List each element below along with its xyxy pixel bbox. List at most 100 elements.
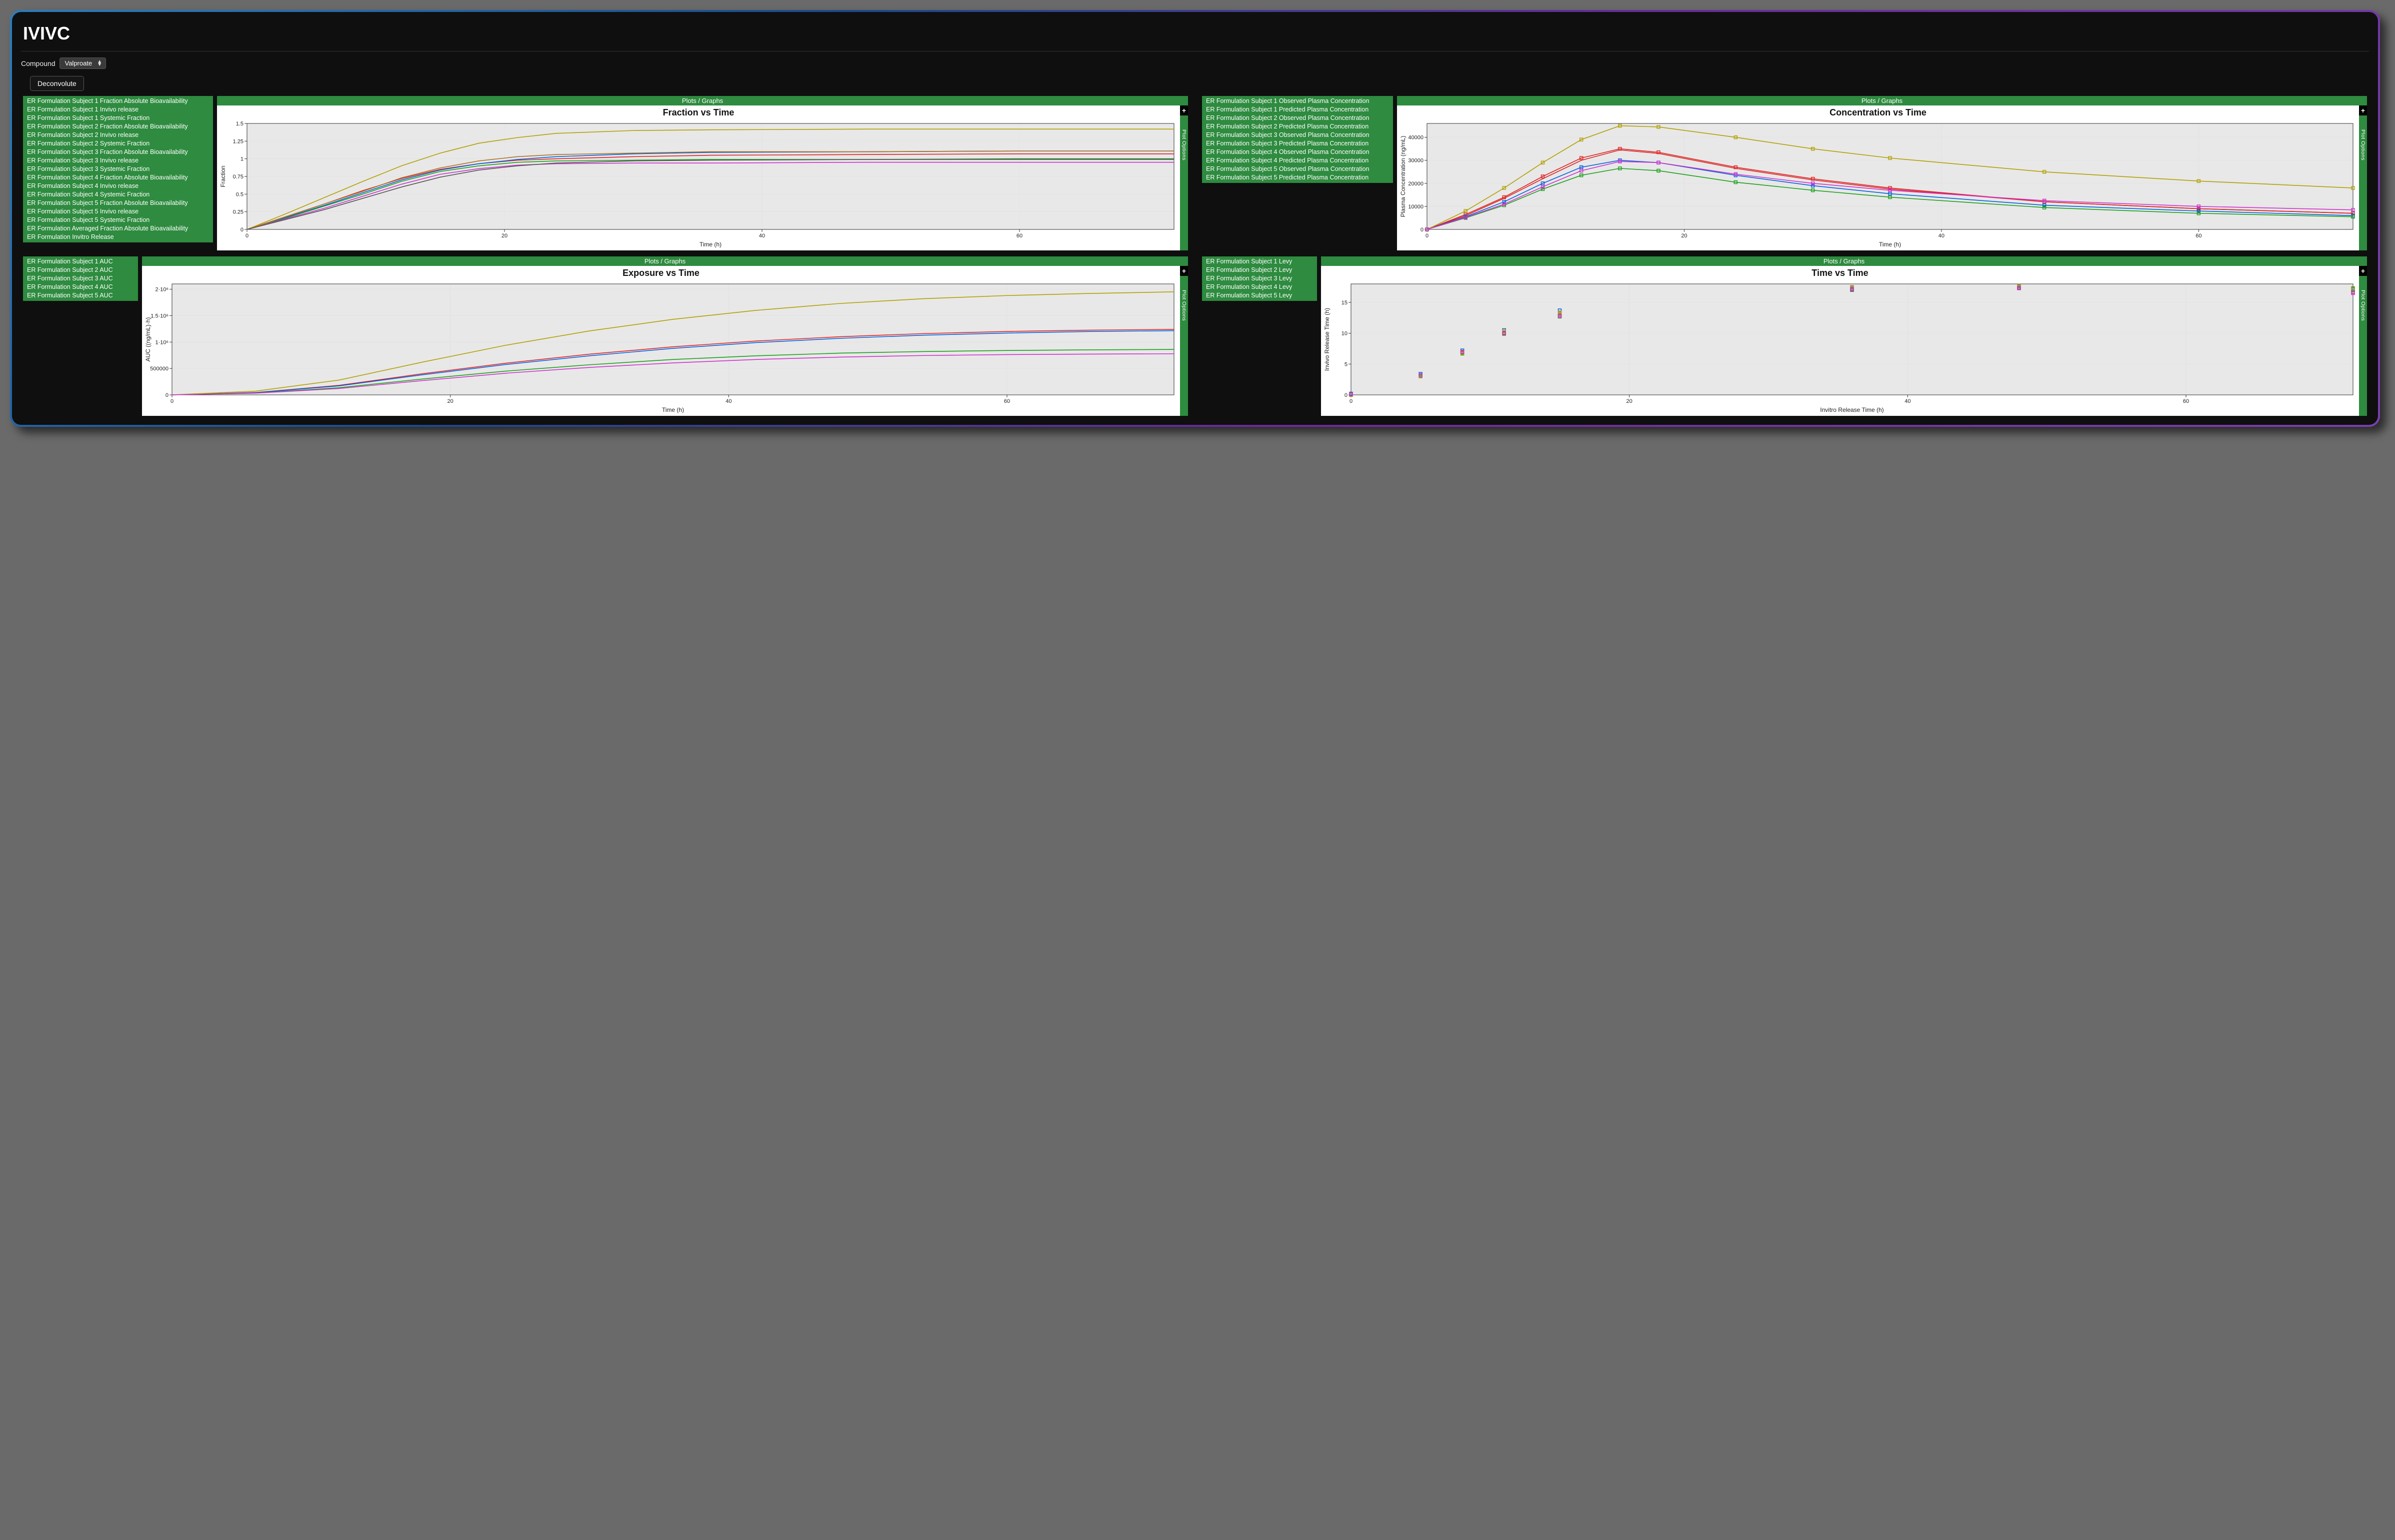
fraction-series-list: ER Formulation Subject 1 Fraction Absolu… xyxy=(23,96,213,242)
plots-header: Plots / Graphs xyxy=(1321,256,2367,266)
conc-series-list: ER Formulation Subject 1 Observed Plasma… xyxy=(1202,96,1393,183)
svg-text:60: 60 xyxy=(1004,398,1010,404)
svg-text:40: 40 xyxy=(726,398,732,404)
svg-text:20: 20 xyxy=(502,233,508,239)
plots-header: Plots / Graphs xyxy=(217,96,1188,105)
plot-options-button[interactable]: Plot Options xyxy=(2359,276,2367,416)
svg-text:60: 60 xyxy=(2183,398,2189,404)
list-item[interactable]: ER Formulation Subject 1 Systemic Fracti… xyxy=(27,114,209,122)
svg-text:30000: 30000 xyxy=(1408,158,1424,164)
list-item[interactable]: ER Formulation Subject 5 Predicted Plasm… xyxy=(1206,173,1389,182)
svg-text:60: 60 xyxy=(2196,233,2202,239)
expand-icon[interactable]: + xyxy=(2359,105,2367,115)
list-item[interactable]: ER Formulation Subject 4 AUC xyxy=(27,283,134,291)
list-item[interactable]: ER Formulation Subject 2 Invivo release xyxy=(27,131,209,139)
list-item[interactable]: ER Formulation Subject 4 Predicted Plasm… xyxy=(1206,156,1389,165)
svg-text:Exposure vs Time: Exposure vs Time xyxy=(622,268,700,278)
svg-text:40: 40 xyxy=(759,233,765,239)
svg-text:0: 0 xyxy=(170,398,174,404)
svg-text:Fraction: Fraction xyxy=(220,165,226,187)
list-item[interactable]: ER Formulation Subject 5 AUC xyxy=(27,291,134,300)
svg-text:0: 0 xyxy=(1344,392,1348,398)
svg-text:20: 20 xyxy=(448,398,454,404)
list-item[interactable]: ER Formulation Subject 4 Invivo release xyxy=(27,182,209,190)
list-item[interactable]: ER Formulation Subject 4 Observed Plasma… xyxy=(1206,148,1389,156)
svg-text:40: 40 xyxy=(1904,398,1910,404)
list-item[interactable]: ER Formulation Subject 2 Levy xyxy=(1206,266,1313,274)
list-item[interactable]: ER Formulation Subject 3 Observed Plasma… xyxy=(1206,131,1389,139)
svg-text:1: 1 xyxy=(240,156,244,162)
list-item[interactable]: ER Formulation Subject 1 Predicted Plasm… xyxy=(1206,105,1389,114)
levy-series-list: ER Formulation Subject 1 LevyER Formulat… xyxy=(1202,256,1317,301)
list-item[interactable]: ER Formulation Subject 4 Levy xyxy=(1206,283,1313,291)
list-item[interactable]: ER Formulation Subject 2 Predicted Plasm… xyxy=(1206,122,1389,131)
list-item[interactable]: ER Formulation Subject 1 Observed Plasma… xyxy=(1206,97,1389,105)
svg-text:AUC ((ng/mL)·h): AUC ((ng/mL)·h) xyxy=(144,317,152,362)
svg-text:Invivo Release Time (h): Invivo Release Time (h) xyxy=(1324,308,1330,371)
svg-text:0: 0 xyxy=(246,233,248,239)
fraction-chart[interactable]: 020406000.250.50.7511.251.5Fraction vs T… xyxy=(217,105,1180,250)
compound-select[interactable]: Valproate ▲▼ xyxy=(60,57,106,69)
list-item[interactable]: ER Formulation Subject 5 Systemic Fracti… xyxy=(27,216,209,224)
svg-text:0: 0 xyxy=(166,392,168,398)
chevron-updown-icon: ▲▼ xyxy=(97,60,102,66)
list-item[interactable]: ER Formulation Subject 1 Fraction Absolu… xyxy=(27,97,209,105)
svg-text:1·10⁶: 1·10⁶ xyxy=(155,339,168,345)
svg-text:Time (h): Time (h) xyxy=(1879,241,1901,248)
list-item[interactable]: ER Formulation Subject 5 Levy xyxy=(1206,291,1313,300)
list-item[interactable]: ER Formulation Subject 5 Fraction Absolu… xyxy=(27,199,209,207)
list-item[interactable]: ER Formulation Subject 4 Fraction Absolu… xyxy=(27,173,209,182)
list-item[interactable]: ER Formulation Subject 5 Invivo release xyxy=(27,207,209,216)
list-item[interactable]: ER Formulation Subject 2 AUC xyxy=(27,266,134,274)
list-item[interactable]: ER Formulation Subject 3 Levy xyxy=(1206,274,1313,283)
svg-text:40000: 40000 xyxy=(1408,135,1424,141)
svg-text:20000: 20000 xyxy=(1408,181,1424,187)
list-item[interactable]: ER Formulation Subject 3 Fraction Absolu… xyxy=(27,148,209,156)
exposure-chart[interactable]: 020406005000001·10⁶1.5·10⁶2·10⁶Exposure … xyxy=(142,266,1180,416)
compound-value: Valproate xyxy=(65,59,92,67)
svg-text:0.5: 0.5 xyxy=(236,191,244,197)
svg-text:40: 40 xyxy=(1938,233,1944,239)
plot-options-button[interactable]: Plot Options xyxy=(1180,276,1188,416)
svg-text:10000: 10000 xyxy=(1408,204,1424,210)
svg-text:0.75: 0.75 xyxy=(233,174,244,180)
plots-header: Plots / Graphs xyxy=(142,256,1188,266)
list-item[interactable]: ER Formulation Subject 2 Fraction Absolu… xyxy=(27,122,209,131)
svg-text:Time (h): Time (h) xyxy=(662,406,684,413)
list-item[interactable]: ER Formulation Subject 4 Systemic Fracti… xyxy=(27,190,209,199)
expand-icon[interactable]: + xyxy=(1180,105,1188,115)
svg-text:Invitro Release Time (h): Invitro Release Time (h) xyxy=(1820,406,1884,413)
svg-text:0: 0 xyxy=(1420,227,1424,233)
auc-series-list: ER Formulation Subject 1 AUCER Formulati… xyxy=(23,256,138,301)
list-item[interactable]: ER Formulation Subject 3 AUC xyxy=(27,274,134,283)
expand-icon[interactable]: + xyxy=(1180,266,1188,276)
list-item[interactable]: ER Formulation Subject 2 Systemic Fracti… xyxy=(27,139,209,148)
list-item[interactable]: ER Formulation Subject 3 Systemic Fracti… xyxy=(27,165,209,173)
svg-text:2·10⁶: 2·10⁶ xyxy=(155,287,168,293)
svg-text:0: 0 xyxy=(240,227,244,233)
svg-text:1.5·10⁶: 1.5·10⁶ xyxy=(150,313,168,319)
concentration-chart[interactable]: 0204060010000200003000040000Concentratio… xyxy=(1397,105,2359,250)
plot-options-button[interactable]: Plot Options xyxy=(2359,115,2367,250)
list-item[interactable]: ER Formulation Subject 3 Predicted Plasm… xyxy=(1206,139,1389,148)
list-item[interactable]: ER Formulation Subject 1 AUC xyxy=(27,257,134,266)
plot-options-button[interactable]: Plot Options xyxy=(1180,115,1188,250)
svg-text:1.5: 1.5 xyxy=(236,121,244,127)
expand-icon[interactable]: + xyxy=(2359,266,2367,276)
levy-chart[interactable]: 0204060051015Time vs TimeInvitro Release… xyxy=(1321,266,2359,416)
svg-text:0: 0 xyxy=(1350,398,1352,404)
svg-text:Plasma Concentration (ng/mL): Plasma Concentration (ng/mL) xyxy=(1400,136,1406,217)
svg-text:1.25: 1.25 xyxy=(233,138,244,144)
list-item[interactable]: ER Formulation Invitro Release xyxy=(27,233,209,241)
list-item[interactable]: ER Formulation Subject 5 Observed Plasma… xyxy=(1206,165,1389,173)
list-item[interactable]: ER Formulation Subject 1 Levy xyxy=(1206,257,1313,266)
list-item[interactable]: ER Formulation Averaged Fraction Absolut… xyxy=(27,224,209,233)
deconvolute-button[interactable]: Deconvolute xyxy=(30,76,84,91)
svg-text:Time vs Time: Time vs Time xyxy=(1812,268,1868,278)
list-item[interactable]: ER Formulation Subject 2 Observed Plasma… xyxy=(1206,114,1389,122)
svg-text:0.25: 0.25 xyxy=(233,209,244,215)
list-item[interactable]: ER Formulation Subject 3 Invivo release xyxy=(27,156,209,165)
svg-text:Concentration vs Time: Concentration vs Time xyxy=(1830,107,1926,117)
svg-text:10: 10 xyxy=(1342,331,1348,337)
list-item[interactable]: ER Formulation Subject 1 Invivo release xyxy=(27,105,209,114)
